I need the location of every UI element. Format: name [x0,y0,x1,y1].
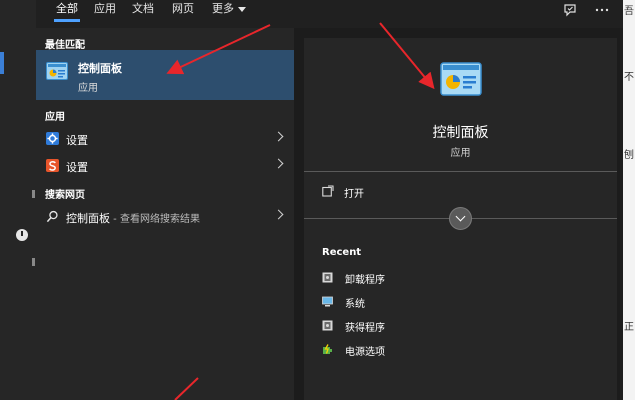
background-selection-indicator [0,52,4,74]
background-text: 正 [624,322,634,333]
result-label: 设置 [66,161,88,174]
uninstall-icon [322,272,333,283]
tab-web[interactable]: 网页 [172,0,194,20]
clock-icon [16,229,28,241]
search-icon [46,210,58,223]
preview-subtitle: 应用 [450,148,471,159]
background-app-sidebar [0,0,36,400]
web-search-label: 控制面板 - 查看网络搜索结果 [66,210,200,226]
more-options-icon[interactable] [594,2,610,18]
web-search-heading: 搜索网页 [45,190,85,201]
best-match-name: 控制面板 [78,62,122,75]
background-text: 不 [624,72,634,83]
web-search-suffix: - 查看网络搜索结果 [110,214,200,225]
tab-more[interactable]: 更多 [212,0,246,20]
chevron-right-icon[interactable] [273,131,284,142]
power-options-icon [323,344,332,354]
divider [304,171,617,172]
feedback-icon[interactable] [562,2,578,18]
tab-documents[interactable]: 文档 [132,0,154,20]
tab-more-label: 更多 [212,2,234,15]
program-icon [322,320,333,331]
expand-button[interactable] [449,207,472,230]
monitor-icon [322,296,333,307]
tab-apps[interactable]: 应用 [94,0,116,20]
open-label: 打开 [344,189,364,200]
background-document-edge: 吾 不 刨 正 [623,0,635,400]
background-mark [32,258,35,266]
recent-heading: Recent [322,247,362,258]
background-mark [32,190,35,198]
result-label: 设置 [66,134,88,147]
result-settings-windows[interactable]: 设置 [36,127,294,151]
result-web-search[interactable]: 控制面板 - 查看网络搜索结果 [36,205,294,229]
best-match-control-panel[interactable]: 控制面板 应用 [36,50,294,100]
chevron-right-icon[interactable] [273,209,284,220]
chevron-down-icon [238,6,246,12]
preview-title: 控制面板 [432,125,489,141]
s-logo-icon [46,159,59,172]
control-panel-icon [440,62,482,96]
background-text: 刨 [624,150,634,161]
web-search-query: 控制面板 [66,212,110,225]
recent-item-label: 获得程序 [345,323,385,334]
recent-item-label: 电源选项 [345,347,385,358]
best-match-type: 应用 [78,83,98,94]
background-text: 吾 [624,6,634,17]
recent-item-label: 系统 [345,299,365,310]
open-icon [322,185,334,197]
apps-heading: 应用 [45,112,65,123]
preview-pane-container: 控制面板 应用 打开 Recent 卸载程序 系统 获得程序 电源选项 [294,28,623,400]
chevron-right-icon[interactable] [273,158,284,169]
control-panel-icon [46,62,68,80]
search-header: 全部 应用 文档 网页 更多 [36,0,623,28]
settings-gear-icon [46,132,59,145]
search-results-panel: 最佳匹配 控制面板 应用 应用 设置 设置 搜索网页 控制面板 - 查看网络搜索… [36,28,294,400]
tab-all[interactable]: 全部 [54,0,80,22]
best-match-heading: 最佳匹配 [45,40,85,51]
result-settings-app[interactable]: 设置 [36,154,294,178]
recent-item-label: 卸载程序 [345,275,385,286]
preview-pane: 控制面板 应用 打开 Recent 卸载程序 系统 获得程序 电源选项 [304,38,617,400]
